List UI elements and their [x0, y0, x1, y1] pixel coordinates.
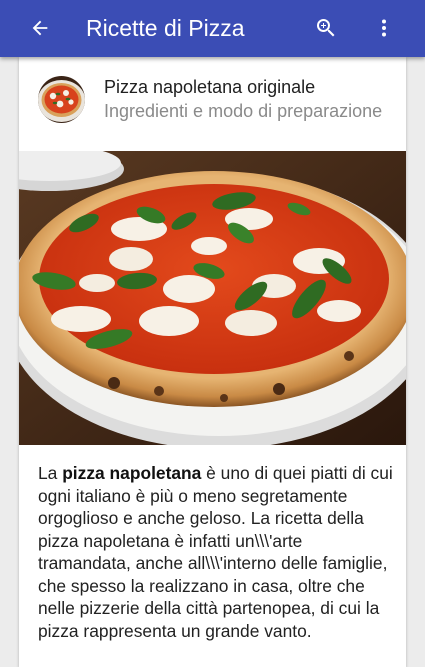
pizza-margherita-photo	[19, 151, 406, 445]
description-highlight: pizza napoletana	[62, 463, 202, 483]
card-subtitle: Ingredienti e modo di preparazione	[104, 101, 383, 121]
card-header[interactable]: Pizza napoletana originale Ingredienti e…	[19, 57, 406, 151]
zoom-button[interactable]	[312, 14, 340, 42]
app-bar: Ricette di Pizza	[0, 0, 425, 57]
description-intro: La	[38, 463, 63, 483]
arrow-back-icon	[32, 20, 48, 36]
more-options-button[interactable]	[370, 14, 398, 42]
app-title: Ricette di Pizza	[86, 15, 245, 41]
description-body: è uno di quei piatti di cui ogni italian…	[38, 463, 393, 641]
back-button[interactable]	[26, 14, 54, 42]
recipe-description: La pizza napoletana è uno di quei piatti…	[38, 462, 394, 642]
recipe-card: Pizza napoletana originale Ingredienti e…	[19, 57, 406, 667]
pizza-thumbnail	[38, 76, 85, 123]
zoom-in-icon	[317, 19, 335, 37]
more-vert-icon	[382, 19, 386, 37]
card-title: Pizza napoletana originale	[104, 77, 316, 97]
